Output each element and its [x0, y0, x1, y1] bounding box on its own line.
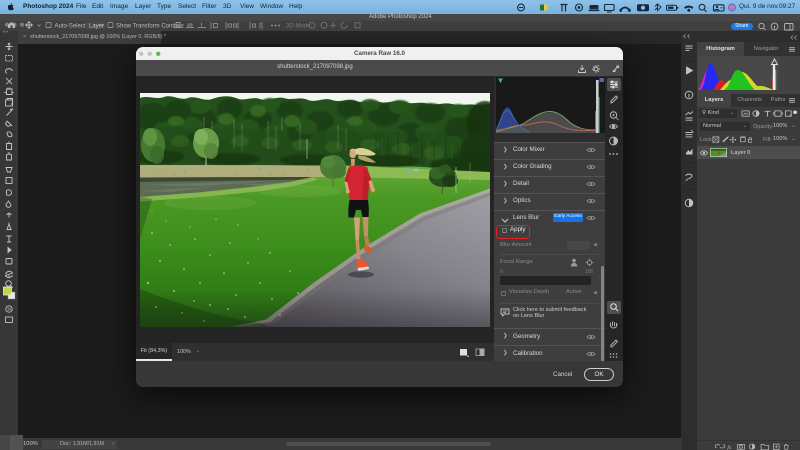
svg-text:Layer: Layer	[89, 23, 104, 29]
svg-text:fx: fx	[727, 444, 732, 450]
svg-text:Auto-Select:: Auto-Select:	[55, 24, 88, 30]
svg-text:3D Mode:: 3D Mode:	[286, 24, 312, 30]
svg-text:Show Transform Controls: Show Transform Controls	[116, 24, 184, 30]
